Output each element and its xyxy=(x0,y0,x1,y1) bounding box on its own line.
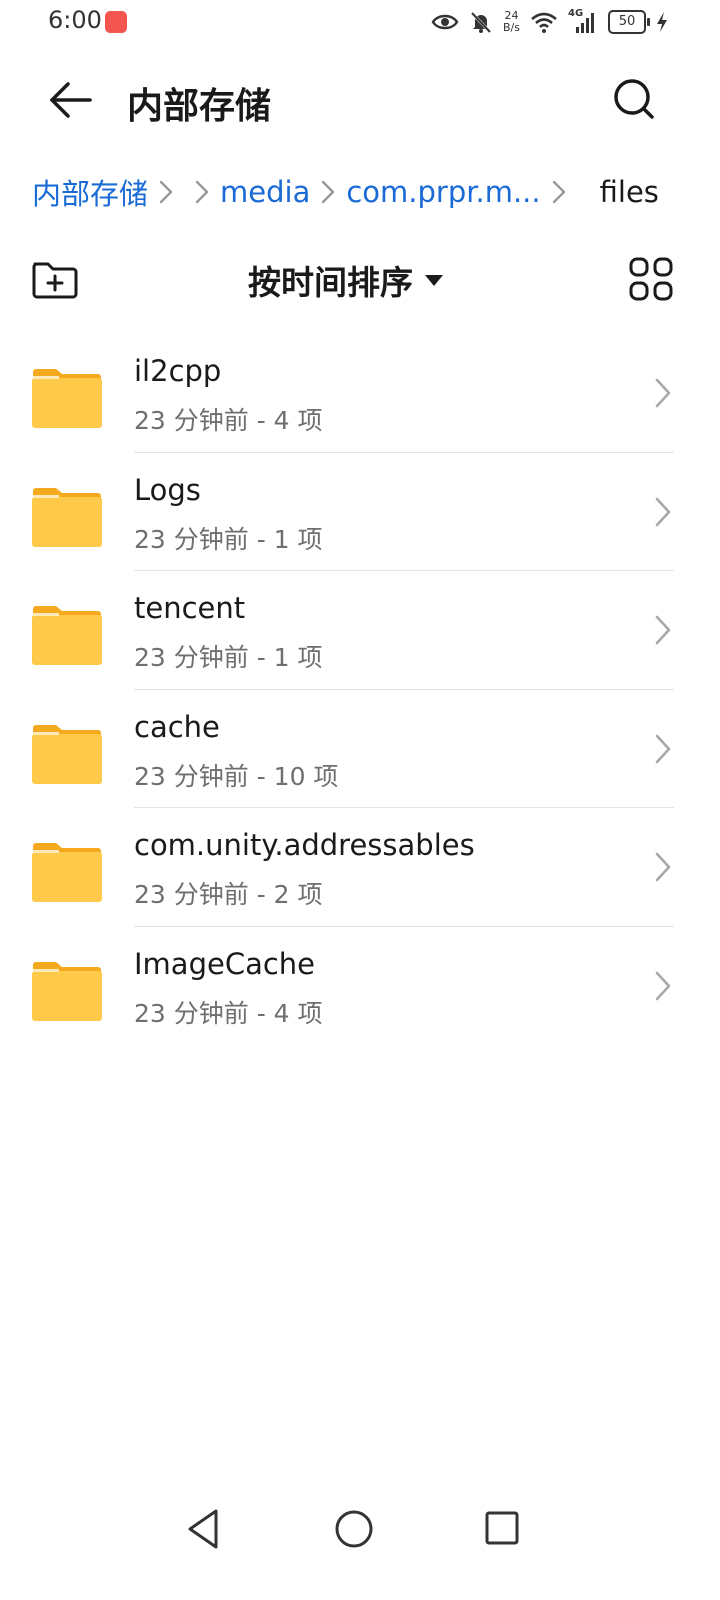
chevron-right-icon xyxy=(313,177,343,207)
wifi-icon xyxy=(531,12,557,33)
list-item[interactable]: il2cpp 23 分钟前 - 4 项 xyxy=(0,334,720,453)
new-folder-icon xyxy=(32,262,78,299)
file-name: Logs xyxy=(134,472,201,507)
folder-icon xyxy=(32,724,102,784)
caret-down-icon xyxy=(425,274,443,286)
cell-signal-icon: 4G xyxy=(568,8,598,34)
file-meta: 23 分钟前 - 1 项 xyxy=(134,643,323,672)
file-name: ImageCache xyxy=(134,946,316,981)
file-meta: 23 分钟前 - 10 项 xyxy=(134,761,339,791)
chevron-right-icon xyxy=(655,378,671,408)
new-folder-button[interactable] xyxy=(30,256,80,302)
chevron-right-icon xyxy=(187,177,217,207)
search-button[interactable] xyxy=(608,74,660,126)
folder-icon xyxy=(32,369,102,428)
battery-indicator: 50 xyxy=(608,10,650,34)
page-title: 内部存储 xyxy=(127,86,272,127)
file-list: il2cpp 23 分钟前 - 4 项 Logs 23 分钟前 - 1 项 te… xyxy=(0,334,720,1045)
square-recents-icon xyxy=(485,1511,519,1545)
file-name: il2cpp xyxy=(134,354,222,388)
file-meta: 23 分钟前 - 4 项 xyxy=(134,998,323,1028)
circle-home-icon xyxy=(335,1510,373,1548)
folder-icon xyxy=(32,961,102,1021)
app-notification-icon xyxy=(105,11,127,33)
status-time: 6:00 xyxy=(48,6,102,34)
list-item[interactable]: Logs 23 分钟前 - 1 项 xyxy=(0,453,720,571)
file-name: tencent xyxy=(134,591,246,625)
list-item[interactable]: tencent 23 分钟前 - 1 项 xyxy=(0,571,720,690)
list-item[interactable]: cache 23 分钟前 - 10 项 xyxy=(0,690,720,808)
network-speed: 24 B/s xyxy=(503,9,520,34)
breadcrumb: 内部存储 media com.prpr.m... files xyxy=(32,168,692,216)
charging-icon xyxy=(657,12,667,32)
breadcrumb-item-internal-storage[interactable]: 内部存储 xyxy=(32,171,148,213)
triangle-back-icon xyxy=(188,1509,218,1549)
list-item[interactable]: com.unity.addressables 23 分钟前 - 2 项 xyxy=(0,808,720,927)
folder-icon xyxy=(32,843,102,902)
sort-dropdown[interactable]: 按时间排序 xyxy=(248,256,443,304)
list-item[interactable]: ImageCache 23 分钟前 - 4 项 xyxy=(0,927,720,1046)
chevron-right-icon xyxy=(151,177,181,207)
status-icons: 24 B/s 4G 50 xyxy=(431,6,668,38)
nav-recents-button[interactable] xyxy=(484,1510,520,1546)
chevron-right-icon xyxy=(655,615,671,645)
breadcrumb-item-media[interactable]: media xyxy=(220,175,310,209)
file-meta: 23 分钟前 - 1 项 xyxy=(134,524,323,554)
mute-bell-icon xyxy=(470,11,492,34)
chevron-right-icon xyxy=(655,497,671,526)
grid-view-icon xyxy=(629,257,673,301)
sort-label: 按时间排序 xyxy=(248,263,413,302)
chevron-right-icon xyxy=(655,852,671,882)
breadcrumb-item-package[interactable]: com.prpr.m... xyxy=(346,175,540,209)
arrow-left-icon xyxy=(50,82,92,118)
nav-back-button[interactable] xyxy=(182,1506,226,1552)
search-icon xyxy=(614,79,654,119)
breadcrumb-item-current: files xyxy=(599,175,659,209)
folder-icon xyxy=(32,606,102,665)
file-meta: 23 分钟前 - 2 项 xyxy=(134,880,323,909)
eye-icon xyxy=(431,14,459,30)
nav-home-button[interactable] xyxy=(333,1508,375,1550)
chevron-right-icon xyxy=(655,734,671,763)
file-name: com.unity.addressables xyxy=(134,828,475,862)
chevron-right-icon xyxy=(655,971,671,1000)
file-meta: 23 分钟前 - 4 项 xyxy=(134,406,323,435)
back-button[interactable] xyxy=(46,76,94,124)
folder-icon xyxy=(32,487,102,547)
chevron-right-icon xyxy=(544,177,574,207)
file-name: cache xyxy=(134,709,220,744)
grid-view-button[interactable] xyxy=(628,256,674,302)
